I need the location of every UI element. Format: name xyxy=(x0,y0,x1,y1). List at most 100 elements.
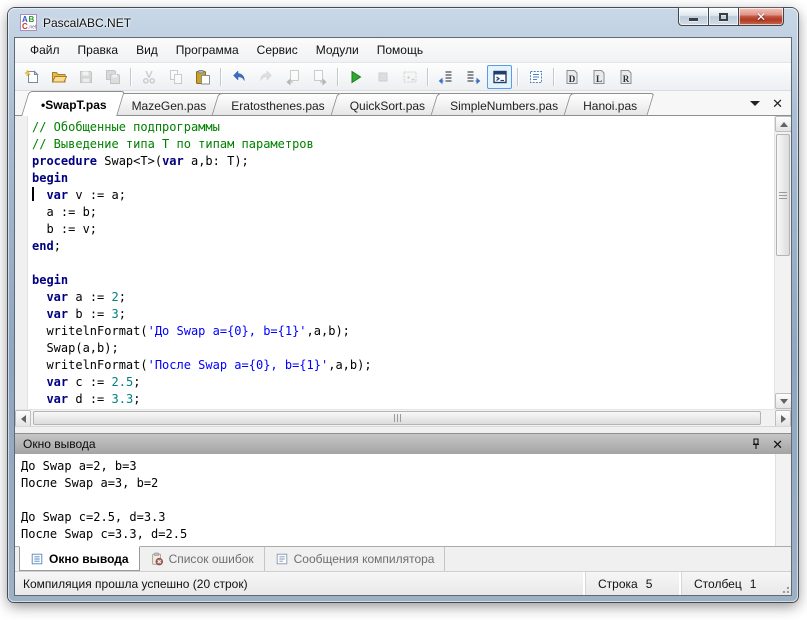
code-line-7[interactable]: b := v; xyxy=(32,221,774,238)
editor-horizontal-scrollbar[interactable] xyxy=(15,409,791,427)
code-line-11[interactable]: var a := 2; xyxy=(32,289,774,306)
code-token: procedure xyxy=(32,154,98,168)
scroll-up-button[interactable] xyxy=(775,116,791,132)
save-all-button[interactable] xyxy=(100,65,125,89)
code-area[interactable]: // Обобщенные подпрограммы // Выведение т… xyxy=(28,116,774,409)
code-token: Swap(a,b); xyxy=(32,341,119,355)
output-line: После Swap c=3.3, d=2.5 xyxy=(21,527,188,541)
bottom-tab-compiler-messages[interactable]: Сообщения компилятора xyxy=(265,547,446,571)
code-line-10[interactable]: begin xyxy=(32,272,774,289)
resize-grip[interactable] xyxy=(777,572,791,595)
code-line-5[interactable]: var v := a; xyxy=(32,187,774,204)
code-line-8[interactable]: end; xyxy=(32,238,774,255)
new-file-button[interactable] xyxy=(19,65,44,89)
tab-quicksort[interactable]: QuickSort.pas xyxy=(334,93,439,115)
editor-vertical-scrollbar[interactable] xyxy=(774,116,791,409)
svg-text:L: L xyxy=(595,74,601,84)
code-structure-button[interactable] xyxy=(523,65,548,89)
next-page-button[interactable] xyxy=(307,65,332,89)
pin-button[interactable] xyxy=(750,438,762,450)
line-value: 5 xyxy=(645,576,653,591)
line-label: Строка xyxy=(598,576,638,591)
vertical-scroll-track[interactable] xyxy=(775,132,791,393)
run-icon xyxy=(348,69,364,85)
code-token: ; xyxy=(53,239,61,253)
prev-page-button[interactable] xyxy=(280,65,305,89)
code-token: var xyxy=(46,392,69,406)
tab-close-icon[interactable]: ✕ xyxy=(772,97,783,110)
panel-splitter[interactable] xyxy=(15,426,791,433)
code-line-2[interactable]: // Выведение типа T по типам параметров xyxy=(32,136,774,153)
doc-d-button[interactable]: D xyxy=(559,65,584,89)
bottom-tab-errors[interactable]: Список ошибок xyxy=(140,547,265,571)
tab-mazegen[interactable]: MazeGen.pas xyxy=(116,93,221,115)
close-button[interactable]: ✕ xyxy=(738,7,784,26)
output-line: После Swap a=3, b=2 xyxy=(21,476,159,490)
code-line-3[interactable]: procedure Swap<T>(var a,b: T); xyxy=(32,153,774,170)
doc-r-button[interactable]: R xyxy=(613,65,638,89)
doc-d-icon: D xyxy=(564,69,580,85)
output-scrollbar[interactable] xyxy=(775,454,791,546)
code-editor[interactable]: // Обобщенные подпрограммы // Выведение т… xyxy=(15,116,791,427)
menu-item-program[interactable]: Программа xyxy=(167,40,248,60)
code-token: // Обобщенные подпрограммы xyxy=(32,120,220,134)
code-line-6[interactable]: a := b; xyxy=(32,204,774,221)
output-panel-title: Окно вывода xyxy=(23,437,96,451)
tab-swapt[interactable]: •SwapT.pas xyxy=(25,91,121,115)
code-line-9[interactable] xyxy=(32,255,774,272)
scroll-right-button[interactable] xyxy=(775,410,791,427)
undo-button[interactable] xyxy=(226,65,251,89)
menu-item-view[interactable]: Вид xyxy=(127,40,167,60)
save-button[interactable] xyxy=(73,65,98,89)
tab-hanoi[interactable]: Hanoi.pas xyxy=(567,93,651,115)
output-panel: До Swap a=2, b=3 После Swap a=3, b=2 До S… xyxy=(15,454,791,546)
code-token: begin xyxy=(32,171,69,185)
copy-button[interactable] xyxy=(163,65,188,89)
title-bar[interactable]: A B C .net PascalABC.NET ✕ xyxy=(14,7,792,37)
output-content[interactable]: До Swap a=2, b=3 После Swap a=3, b=2 До S… xyxy=(15,454,775,546)
output-close-button[interactable]: ✕ xyxy=(772,438,783,451)
redo-button[interactable] xyxy=(253,65,278,89)
code-line-4[interactable]: begin xyxy=(32,170,774,187)
scroll-down-button[interactable] xyxy=(775,393,791,409)
code-line-17[interactable]: var d := 3.3; xyxy=(32,391,774,408)
open-file-button[interactable] xyxy=(46,65,71,89)
tab-list-dropdown-icon[interactable] xyxy=(750,100,761,106)
doc-l-button[interactable]: L xyxy=(586,65,611,89)
horizontal-scroll-track[interactable] xyxy=(31,410,775,426)
menu-item-help[interactable]: Помощь xyxy=(368,40,432,60)
horizontal-scroll-thumb[interactable] xyxy=(33,411,761,425)
menu-item-modules[interactable]: Модули xyxy=(307,40,368,60)
menu-item-service[interactable]: Сервис xyxy=(248,40,307,60)
code-line-14[interactable]: Swap(a,b); xyxy=(32,340,774,357)
code-line-16[interactable]: var c := 2.5; xyxy=(32,374,774,391)
stop-button[interactable] xyxy=(370,65,395,89)
tab-simplenumbers[interactable]: SimpleNumbers.pas xyxy=(434,93,572,115)
maximize-button[interactable] xyxy=(708,7,738,26)
cut-icon xyxy=(141,69,157,85)
minimize-button[interactable] xyxy=(678,7,708,26)
code-line-12[interactable]: var b := 3; xyxy=(32,306,774,323)
goto-prev-position-button[interactable] xyxy=(433,65,458,89)
code-line-15[interactable]: writelnFormat('После Swap a={0}, b={1}',… xyxy=(32,357,774,374)
scroll-left-button[interactable] xyxy=(15,410,31,427)
bottom-tab-output[interactable]: Окно вывода xyxy=(19,546,140,571)
menu-item-edit[interactable]: Правка xyxy=(69,40,128,60)
build-button[interactable] xyxy=(397,65,422,89)
code-token: ; xyxy=(133,375,141,389)
run-button[interactable] xyxy=(343,65,368,89)
vertical-scroll-thumb[interactable] xyxy=(776,134,790,256)
cut-button[interactable] xyxy=(136,65,161,89)
code-token: begin xyxy=(32,273,69,287)
tab-eratosthenes[interactable]: Eratosthenes.pas xyxy=(215,93,338,115)
menu-item-file[interactable]: Файл xyxy=(21,40,69,60)
paste-button[interactable] xyxy=(190,65,215,89)
show-console-button[interactable] xyxy=(487,64,512,89)
code-line-1[interactable]: // Обобщенные подпрограммы xyxy=(32,119,774,136)
goto-next-position-button[interactable] xyxy=(460,65,485,89)
code-line-13[interactable]: writelnFormat('До Swap a={0}, b={1}',a,b… xyxy=(32,323,774,340)
code-token: b := v; xyxy=(32,222,98,236)
